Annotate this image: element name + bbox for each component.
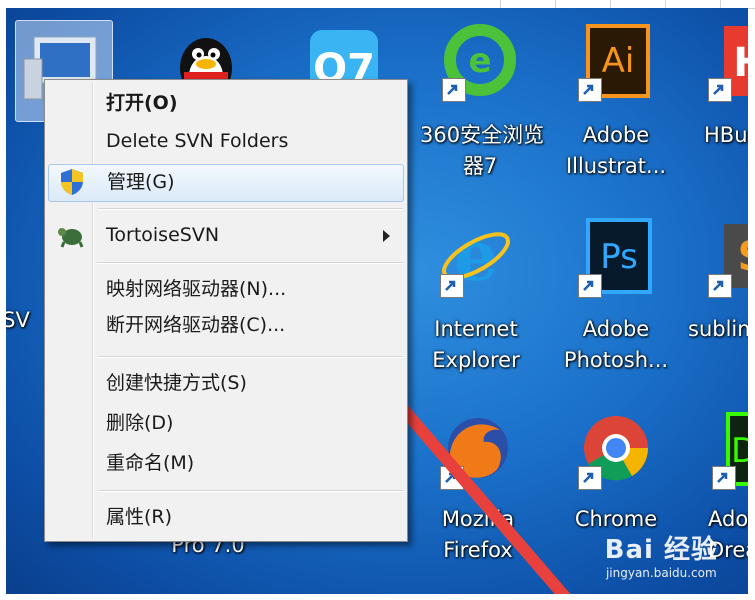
- desktop-icon-adobe-photoshop[interactable]: Ps Adobe Photosh...: [556, 216, 676, 376]
- menu-separator: [97, 262, 403, 264]
- svg-text:H: H: [733, 40, 748, 86]
- svg-text:S: S: [738, 234, 748, 280]
- menu-separator: [97, 208, 403, 210]
- menu-item-label: TortoiseSVN: [106, 224, 220, 246]
- menu-item-disconnect-network-drive[interactable]: 断开网络驱动器(C)...: [48, 308, 404, 344]
- menu-item-label: 重命名(M): [106, 452, 195, 474]
- icon-label: Internet Explorer: [432, 317, 520, 372]
- icon-label: HBu: [704, 123, 748, 147]
- desktop-icon-internet-explorer[interactable]: e Internet Explorer: [416, 214, 536, 376]
- desktop-icon-adobe-illustrator[interactable]: Ai Adobe Illustrat...: [556, 20, 676, 190]
- svg-text:e: e: [468, 41, 491, 81]
- menu-item-label: 创建快捷方式(S): [106, 372, 247, 394]
- menu-item-label: 断开网络驱动器(C)...: [106, 314, 286, 336]
- menu-item-map-network-drive[interactable]: 映射网络驱动器(N)...: [48, 272, 404, 308]
- shortcut-arrow-icon: [578, 78, 602, 102]
- svg-text:Ai: Ai: [602, 41, 635, 81]
- desktop-icon-chrome[interactable]: Chrome: [556, 408, 676, 548]
- menu-separator: [97, 356, 403, 358]
- desktop-icon-sublime[interactable]: S sublim: [682, 216, 748, 366]
- menu-item-properties[interactable]: 属性(R): [48, 500, 404, 536]
- uac-shield-icon: [61, 169, 83, 195]
- shortcut-arrow-icon: [708, 78, 732, 102]
- menu-item-label: 映射网络驱动器(N)...: [106, 278, 287, 300]
- desktop-icon-firefox[interactable]: Mozilla Firefox: [418, 408, 538, 568]
- icon-label: Adobe Illustrat...: [565, 123, 667, 178]
- svg-text:Dw: Dw: [731, 431, 748, 471]
- menu-item-create-shortcut[interactable]: 创建快捷方式(S): [48, 366, 404, 402]
- menu-item-manage[interactable]: 管理(G): [48, 164, 404, 202]
- shortcut-arrow-icon: [440, 466, 464, 490]
- svg-text:Ps: Ps: [600, 237, 638, 277]
- menu-item-tortoisesvn[interactable]: TortoiseSVN: [48, 218, 404, 254]
- shortcut-arrow-icon: [712, 466, 736, 490]
- icon-label: Mozilla Firefox: [441, 507, 515, 562]
- menu-item-label: 打开(O): [106, 92, 178, 114]
- shortcut-arrow-icon: [440, 274, 464, 298]
- menu-item-label: 属性(R): [106, 506, 173, 528]
- baidu-jingyan-watermark: Bai 经验 jingyan.baidu.com: [604, 535, 718, 580]
- menu-item-label: 管理(G): [107, 171, 175, 193]
- menu-item-rename[interactable]: 重命名(M): [48, 446, 404, 482]
- menu-item-label: Delete SVN Folders: [106, 130, 289, 152]
- icon-label: sublim: [688, 317, 748, 341]
- menu-item-open[interactable]: 打开(O): [48, 86, 404, 122]
- menu-item-label: 删除(D): [106, 412, 174, 434]
- shortcut-arrow-icon: [578, 466, 602, 490]
- submenu-arrow-icon: [383, 230, 390, 242]
- desktop-icon-360-browser[interactable]: e 360安全浏览 器7: [420, 20, 545, 190]
- shortcut-arrow-icon: [442, 78, 466, 102]
- shortcut-arrow-icon: [578, 274, 602, 298]
- icon-label: Adobe Photosh...: [563, 317, 669, 372]
- menu-item-delete[interactable]: 删除(D): [48, 406, 404, 442]
- tortoise-svn-icon: [58, 228, 84, 248]
- menu-separator: [97, 490, 403, 492]
- context-menu: 打开(O) Delete SVN Folders 管理(G) TortoiseS…: [44, 79, 408, 542]
- icon-label: 360安全浏览 器7: [420, 123, 545, 178]
- shortcut-arrow-icon: [708, 274, 732, 298]
- menu-item-delete-svn-folders[interactable]: Delete SVN Folders: [48, 124, 404, 160]
- desktop-icon-hbuilder[interactable]: H HBu: [686, 20, 748, 170]
